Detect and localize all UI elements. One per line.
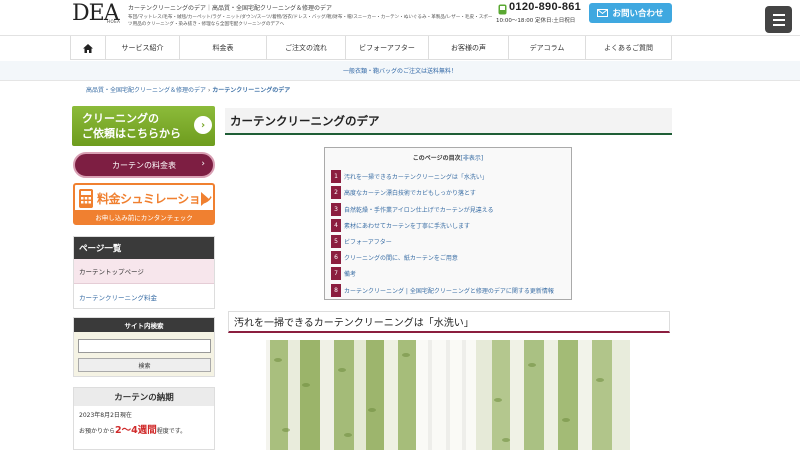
price-simulation-banner[interactable]: 料金シュミレーション お申し込み前にカンタンチェック: [73, 183, 215, 225]
page-title: カーテンクリーニングのデア: [230, 113, 380, 128]
breadcrumb: 高品質・全国宅配クリーニング＆修理のデア › カーテンクリーニングのデア: [86, 85, 290, 94]
mail-icon: [597, 9, 609, 17]
toc-heading: このページの目次[非表示]: [325, 153, 571, 162]
toc-item[interactable]: 1 汚れを一掃できるカーテンクリーニングは「水洗い」: [331, 170, 488, 183]
contact-button[interactable]: お問い合わせ: [589, 3, 672, 23]
toc-toggle[interactable]: [非表示]: [461, 155, 484, 162]
toc-item-link[interactable]: 素材にあわせてカーテンを丁寧に手洗いします: [344, 221, 470, 230]
toc-item-link[interactable]: ビフォーアフター: [344, 237, 392, 246]
page-list-item[interactable]: カーテンクリーニング料金: [74, 284, 214, 309]
breadcrumb-current: カーテンクリーニングのデア: [212, 87, 291, 94]
toc-item-link[interactable]: 備考: [344, 269, 356, 278]
banner-line-1: クリーニングの: [82, 112, 159, 125]
table-of-contents: このページの目次[非表示] 1 汚れを一掃できるカーテンクリーニングは「水洗い」 …: [324, 147, 572, 300]
toc-item-number: 4: [331, 219, 341, 232]
nav-item-before-after[interactable]: ビフォーアフター: [346, 36, 429, 60]
simulation-title: 料金シュミレーション: [97, 192, 212, 206]
toc-item-link[interactable]: 自然乾燥・手作業アイロン仕上げでカーテンが見違える: [344, 205, 494, 214]
lead-time-period: 2〜4週間: [115, 425, 157, 436]
toc-item-number: 3: [331, 203, 341, 216]
toc-item-link[interactable]: クリーニングの間に、紙カーテンをご用意: [344, 253, 458, 262]
toc-item-number: 7: [331, 267, 341, 280]
simulation-subtitle: お申し込み前にカンタンチェック: [75, 210, 213, 223]
toc-item-number: 8: [331, 284, 341, 297]
breadcrumb-home[interactable]: 高品質・全国宅配クリーニング＆修理のデア: [86, 87, 206, 94]
home-icon: [83, 43, 93, 53]
nav-home[interactable]: [70, 36, 106, 60]
toc-title: このページの目次: [412, 155, 461, 162]
cleaning-request-banner[interactable]: クリーニングの ご依頼はこちらから ›: [72, 106, 215, 146]
chevron-right-icon: ›: [201, 159, 205, 169]
page-list-item[interactable]: カーテントップページ: [74, 259, 214, 284]
toc-item[interactable]: 2 高度なカーテン漂白技術でカビもしっかり落とす: [331, 186, 476, 199]
search-button[interactable]: 検索: [78, 358, 211, 372]
curtain-photo: [266, 340, 630, 450]
phone-hours: 10:00～18:00 定休日:土日祝日: [496, 18, 576, 24]
free-shipping-notice[interactable]: 一般衣類・鞄バッグのご注文は送料無料！: [0, 61, 800, 81]
nav-item-column[interactable]: デアコラム: [509, 36, 586, 60]
lead-time-heading: カーテンの納期: [74, 388, 214, 406]
menu-icon-bar: [772, 18, 785, 21]
page-list: ページ一覧 カーテントップページ カーテンクリーニング料金: [73, 236, 215, 309]
nav-item-faq[interactable]: よくあるご質問: [586, 36, 672, 60]
header-tagline: カーテンクリーニングのデア｜高品質・全国宅配クリーニング＆修理のデア: [128, 5, 333, 12]
nav-item-price[interactable]: 料金表: [180, 36, 267, 60]
toc-item-number: 6: [331, 251, 341, 264]
breadcrumb-separator: ›: [207, 87, 211, 94]
price-button-label: カーテンの料金表: [112, 160, 176, 170]
menu-icon-bar: [772, 23, 785, 26]
lead-time-suffix: 程度です。: [156, 428, 187, 435]
triangle-right-icon: [201, 192, 209, 206]
hamburger-menu-button[interactable]: [765, 6, 792, 33]
chevron-right-icon: ›: [194, 116, 212, 134]
search-input[interactable]: [78, 339, 211, 353]
nav-item-voices[interactable]: お客様の声: [429, 36, 509, 60]
lead-time-prefix: お預かりから: [79, 428, 116, 435]
toc-item[interactable]: 7 備考: [331, 267, 356, 280]
phone-number[interactable]: 0120-890-861: [509, 1, 581, 13]
toc-item-link[interactable]: 高度なカーテン漂白技術でカビもしっかり落とす: [344, 188, 476, 197]
banner-line-2: ご依頼はこちらから: [82, 127, 181, 140]
page-list-heading: ページ一覧: [74, 237, 214, 259]
toc-item[interactable]: 3 自然乾燥・手作業アイロン仕上げでカーテンが見違える: [331, 203, 494, 216]
curtain-price-button[interactable]: カーテンの料金表 ›: [73, 152, 215, 178]
contact-label: お問い合わせ: [612, 9, 664, 19]
toc-item[interactable]: 6 クリーニングの間に、紙カーテンをご用意: [331, 251, 458, 264]
phone-icon: [498, 4, 507, 15]
header-description: 布団/マットレス/毛布・絨毯/カーペット/ラグ・ニット/ダウン/スーツ/着物/浴…: [128, 15, 493, 27]
calculator-icon: [79, 189, 93, 208]
site-search: サイト内検索 検索: [73, 317, 215, 377]
lead-time-date: 2023年8月2日現在: [79, 412, 132, 419]
menu-icon-bar: [772, 13, 785, 16]
section-heading-text: 汚れを一掃できるカーテンクリーニングは「水洗い」: [234, 318, 474, 329]
site-search-heading: サイト内検索: [74, 318, 214, 332]
section-heading: 汚れを一掃できるカーテンクリーニングは「水洗い」: [228, 311, 670, 333]
toc-item[interactable]: 4 素材にあわせてカーテンを丁寧に手洗いします: [331, 219, 470, 232]
toc-item-number: 5: [331, 235, 341, 248]
toc-item-link[interactable]: 汚れを一掃できるカーテンクリーニングは「水洗い」: [344, 172, 488, 181]
nav-item-order-flow[interactable]: ご注文の流れ: [267, 36, 346, 60]
global-nav: サービス紹介 料金表 ご注文の流れ ビフォーアフター お客様の声 デアコラム よ…: [70, 36, 672, 60]
toc-item[interactable]: 8 カーテンクリーニング | 全国宅配クリーニングと修理のデアに関する更新情報: [331, 284, 554, 297]
toc-item[interactable]: 5 ビフォーアフター: [331, 235, 392, 248]
toc-item-link[interactable]: カーテンクリーニング | 全国宅配クリーニングと修理のデアに関する更新情報: [344, 286, 554, 295]
lead-time-text: お預かりから2〜4週間程度です。: [79, 422, 186, 436]
nav-item-service[interactable]: サービス紹介: [106, 36, 180, 60]
logo-subtext: HOEA: [107, 19, 121, 24]
toc-item-number: 1: [331, 170, 341, 183]
page-title-box: カーテンクリーニングのデア: [225, 108, 672, 135]
toc-item-number: 2: [331, 186, 341, 199]
lead-time-box: カーテンの納期 2023年8月2日現在 お預かりから2〜4週間程度です。: [73, 387, 215, 450]
notice-text: 一般衣類・鞄バッグのご注文は送料無料！: [342, 68, 457, 75]
